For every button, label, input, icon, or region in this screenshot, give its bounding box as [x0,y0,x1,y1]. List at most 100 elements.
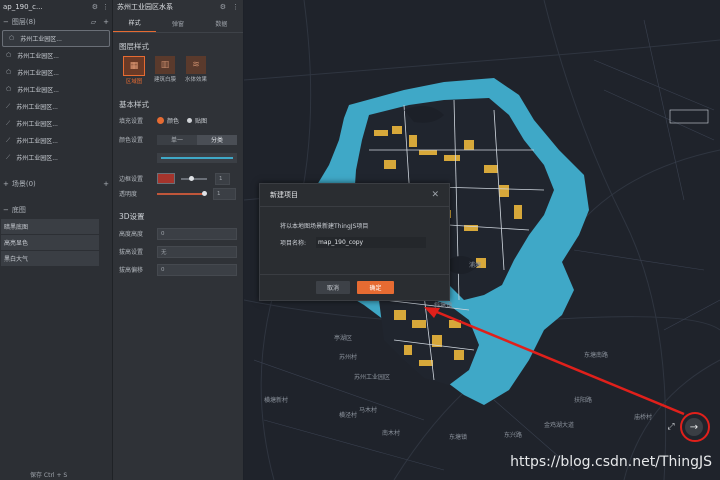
height-row: 高度高度 0 [113,226,243,241]
color-mode-category[interactable]: 分类 [197,134,237,145]
confirm-button[interactable]: 确定 [357,281,394,294]
layers-panel: ap_190_c... ⚙ ⋮ − 图层(8) ▱ + ⬠ 苏州工业园区... ⬠ 苏… [0,0,113,480]
add-scene-icon[interactable]: + [103,180,109,188]
color-mode-single[interactable]: 单一 [157,134,197,145]
project-name-input[interactable]: map_190_copy [316,237,426,248]
layer-item[interactable]: ⬠ 苏州工业园区... [2,30,110,47]
slider-handle[interactable] [202,190,207,196]
color-ramp[interactable] [157,153,237,163]
fill-color-radio[interactable]: 颜色 [157,116,179,125]
cancel-button[interactable]: 取消 [316,281,350,294]
map-label: 东塘南路 [584,352,609,359]
close-icon[interactable]: ✕ [431,190,439,200]
layer-item[interactable]: ⟋ 苏州工业园区... [0,149,112,166]
border-width-input[interactable]: 1 [215,172,230,185]
tab-style[interactable]: 样式 [113,14,157,32]
add-layer-icon[interactable]: + [103,18,109,26]
scenes-section-header[interactable]: + 场景(0) + [0,176,112,192]
selection-rect [669,109,709,124]
map-label: 扶阳路 [574,397,593,404]
tab-popup[interactable]: 弹窗 [156,14,199,32]
layer-label: 苏州工业园区... [17,53,59,60]
layer-label: 苏州工业园区... [16,121,58,128]
style-heading: 图层样式 [119,42,149,51]
border-slider[interactable] [181,175,207,181]
tab-data[interactable]: 数据 [200,14,243,32]
extrude-offset-input[interactable]: 0 [157,263,237,276]
panel-tabs: 样式 弹窗 数据 [113,14,243,33]
style-type-water[interactable]: ≋ 水体效果 [183,56,209,85]
layer-label: 苏州工业园区... [16,138,58,145]
map-label: 横塘新村 [264,397,289,404]
settings-icon[interactable]: ⚙ [92,3,98,11]
dialog-title: 新建项目 [270,191,298,199]
opacity-label: 透明度 [119,191,138,198]
basic-style-heading: 基本样式 [119,100,149,109]
basemap-section-header[interactable]: − 底图 [0,202,112,218]
map-label: 苏州村 [339,354,358,361]
height-input[interactable]: 0 [157,227,237,240]
opacity-slider[interactable] [157,190,207,196]
map-label: 亭湖区 [334,335,353,342]
extrude-label: 拔高设置 [119,249,144,256]
collapse-icon[interactable]: − [3,18,9,26]
color-mode-row: 颜色设置 单一 分类 [113,132,243,147]
extrude-row: 拔高设置 无 [113,244,243,259]
polygon-icon: ⬠ [6,69,12,76]
building-icon: ▥ [155,56,175,74]
fill-texture-radio[interactable]: 贴图 [187,116,207,125]
folder-icon[interactable]: ▱ [91,18,96,26]
map-label: 浦塘 [469,262,482,269]
layer-item[interactable]: ⟋ 苏州工业园区... [0,132,112,149]
extrude-offset-row: 拔高偏移 0 [113,262,243,277]
extrude-offset-label: 拔高偏移 [119,267,144,274]
layer-item[interactable]: ⬠ 苏州工业园区... [0,81,112,98]
collapse-icon[interactable]: − [3,206,9,214]
extrude-select[interactable]: 无 [157,245,237,258]
project-title[interactable]: ap_190_c... [3,3,92,11]
3d-heading: 3D设置 [119,212,145,221]
basemap-item-bright[interactable]: 高亮显色 [1,235,99,250]
color-label: 颜色设置 [119,137,144,144]
border-color-swatch[interactable] [157,173,175,184]
region-icon: ▦ [123,56,145,76]
layer-item[interactable]: ⟋ 苏州工业园区... [0,98,112,115]
line-icon: ⟋ [6,153,11,161]
fill-row: 填充设置 颜色 贴图 [113,113,243,128]
settings-icon[interactable]: ⚙ [220,3,226,11]
layer-title: 苏州工业园区水系 [117,3,173,11]
opacity-input[interactable]: 1 [213,187,236,200]
slider-handle[interactable] [189,175,194,181]
project-name-row: 项目名称: map_190_copy [280,237,426,248]
basemap-section-title: 底图 [11,206,26,214]
next-arrow-button[interactable]: → [685,418,703,436]
layer-label: 苏州工业园区... [17,70,59,77]
fill-label: 填充设置 [119,118,144,125]
save-hint: 保存 Ctrl + S [30,472,68,479]
basemap-item-bw[interactable]: 黑白大气 [1,251,99,266]
style-type-region[interactable]: ▦ 区域图 [121,56,147,85]
dialog-header: 新建项目 ✕ [260,184,449,207]
map-label: 苏州工业园区 [354,374,391,381]
project-header: ap_190_c... ⚙ ⋮ [0,0,112,14]
layer-item[interactable]: ⟋ 苏州工业园区... [0,115,112,132]
more-icon[interactable]: ⋮ [102,3,109,11]
radio-unchecked-icon [187,118,193,123]
more-icon[interactable]: ⋮ [232,3,239,11]
expand-icon[interactable]: + [3,180,9,188]
layer-label: 苏州工业园区... [16,104,58,111]
layers-section-header[interactable]: − 图层(8) ▱ + [0,14,112,30]
fullscreen-icon[interactable]: ⤢ [664,420,678,434]
watermark: https://blog.csdn.net/ThingJS [510,454,712,470]
map-label: 东塘镇 [449,434,468,441]
style-type-label: 区域图 [125,79,143,85]
layer-label: 苏州工业园区... [16,155,58,162]
style-type-building[interactable]: ▥ 建筑白膜 [152,56,178,85]
map-label: 马木村 [359,407,378,414]
layer-item[interactable]: ⬠ 苏州工业园区... [0,64,112,81]
layers-section-title: 图层(8) [11,18,36,26]
border-label: 边框设置 [119,176,144,183]
layer-item[interactable]: ⬠ 苏州工业园区... [0,47,112,64]
fill-option-label: 颜色 [167,118,180,125]
basemap-item-dark[interactable]: 暗黑底图 [1,219,99,234]
